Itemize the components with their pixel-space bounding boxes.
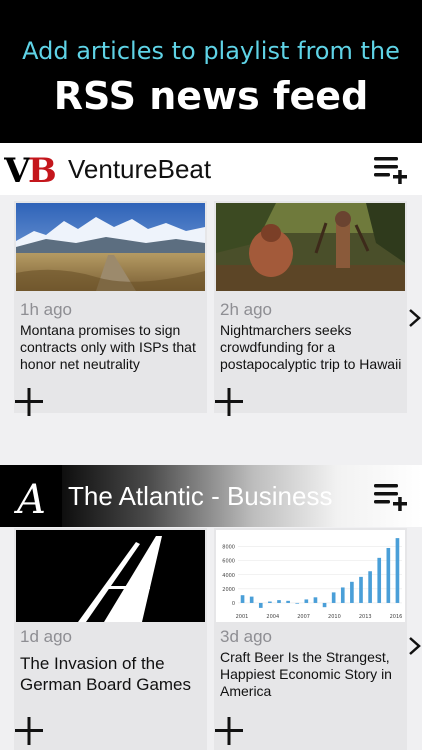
chart-bar xyxy=(240,595,245,603)
chart-bar xyxy=(377,557,382,603)
chart-x-tick-label: 2010 xyxy=(328,614,341,620)
svg-text:V: V xyxy=(4,153,31,185)
chart-bar xyxy=(304,599,309,603)
chart-y-tick-label: 2000 xyxy=(222,587,235,593)
chart-bar xyxy=(395,538,400,603)
chart-bar xyxy=(286,600,290,603)
article-card[interactable]: 1h ago Montana promises to sign contract… xyxy=(14,201,207,416)
chart-y-tick-label: 8000 xyxy=(222,545,235,551)
chart-x-tick-label: 2001 xyxy=(236,614,249,620)
plus-icon[interactable] xyxy=(214,387,244,417)
chart-y-tick-label: 6000 xyxy=(222,559,235,565)
chart-bar xyxy=(350,581,354,603)
chart-bar xyxy=(331,592,336,603)
chart-x-tick-label: 2004 xyxy=(266,614,279,620)
chart-bar xyxy=(322,602,327,608)
chart-y-tick-label: 4000 xyxy=(222,573,235,579)
article-headline[interactable]: Nightmarchers seeks crowdfunding for a p… xyxy=(220,322,402,373)
chart-bar xyxy=(313,597,318,603)
chart-bar xyxy=(340,587,345,603)
feed-header-venturebeat[interactable]: V B VentureBeat xyxy=(0,143,422,195)
chart-x-tick-label: 2016 xyxy=(390,614,403,620)
plus-icon[interactable] xyxy=(14,716,44,746)
the-atlantic-logo: A xyxy=(0,465,62,527)
svg-text:A: A xyxy=(13,477,46,523)
feed-header-the-atlantic[interactable]: A The Atlantic - Business xyxy=(0,465,422,527)
article-thumbnail-game-scene xyxy=(216,203,405,291)
article-card[interactable]: 0 2000 4000 6000 8000 2001 2004 2007 2010 2013 201… xyxy=(214,528,407,750)
article-thumbnail-atlantic-logo xyxy=(16,530,205,622)
article-time: 3d ago xyxy=(220,627,272,646)
article-thumbnail-bar-chart: 0 2000 4000 6000 8000 2001 2004 2007 2010 2013 201… xyxy=(216,530,405,622)
chart-bar xyxy=(368,571,372,603)
chart-bar xyxy=(386,547,391,603)
chevron-right-icon[interactable] xyxy=(408,308,422,328)
article-card[interactable]: 1d ago The Invasion of the German Board … xyxy=(14,528,207,750)
chart-bar xyxy=(249,596,254,603)
svg-text:B: B xyxy=(28,153,57,185)
promo-subtitle: Add articles to playlist from the xyxy=(22,37,400,65)
chart-x-tick-label: 2013 xyxy=(359,614,372,620)
promo-banner: Add articles to playlist from the RSS ne… xyxy=(0,0,422,143)
chart-y-tick-label: 0 xyxy=(232,601,235,607)
venturebeat-logo: V B xyxy=(4,153,57,185)
chart-bar xyxy=(277,600,281,603)
article-time: 1d ago xyxy=(20,627,72,646)
playlist-add-icon[interactable] xyxy=(374,155,408,185)
feed-title: VentureBeat xyxy=(68,154,212,184)
chevron-right-icon[interactable] xyxy=(408,636,422,656)
chart-bar xyxy=(258,602,263,608)
promo-title: RSS news feed xyxy=(53,74,369,118)
article-headline[interactable]: The Invasion of the German Board Games xyxy=(20,653,202,695)
article-headline[interactable]: Craft Beer Is the Strangest, Happiest Ec… xyxy=(220,649,402,700)
article-card[interactable]: 2h ago Nightmarchers seeks crowdfunding … xyxy=(214,201,407,416)
article-time: 2h ago xyxy=(220,300,272,319)
chart-bar xyxy=(359,576,363,603)
article-thumbnail-mountains xyxy=(16,203,205,291)
plus-icon[interactable] xyxy=(214,716,244,746)
chart-bar xyxy=(295,602,300,604)
article-headline[interactable]: Montana promises to sign contracts only … xyxy=(20,322,202,373)
chart-x-tick-label: 2007 xyxy=(297,614,310,620)
article-time: 1h ago xyxy=(20,300,72,319)
plus-icon[interactable] xyxy=(14,387,44,417)
feed-title: The Atlantic - Business xyxy=(68,481,333,511)
playlist-add-icon[interactable] xyxy=(374,482,408,512)
chart-bar xyxy=(268,601,272,603)
